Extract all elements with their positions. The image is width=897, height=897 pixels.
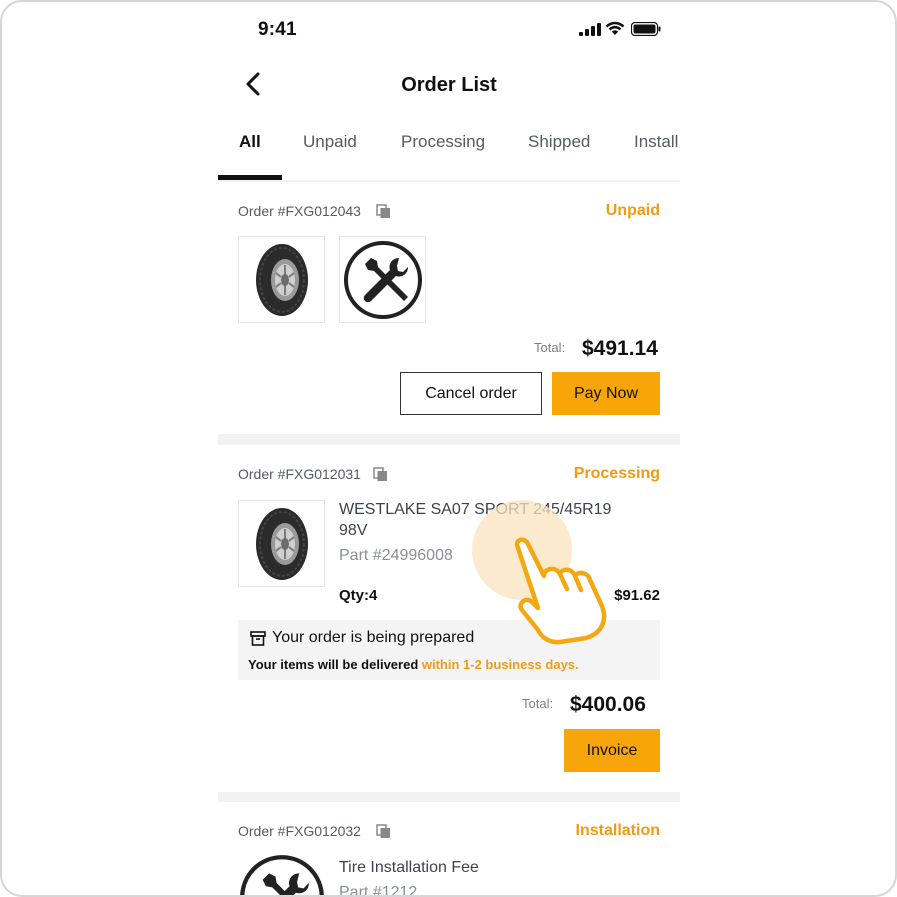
order-card-installation[interactable]: Order #FXG012032 Installation Tire Insta… [218, 802, 680, 897]
device-frame: 9:41 Order List All Unpaid Processing Sh… [0, 0, 897, 897]
order-total: $491.14 [582, 337, 658, 360]
part-number: Part #24996008 [339, 547, 453, 564]
tools-icon [343, 240, 422, 319]
status-bar: 9:41 [218, 2, 680, 58]
status-time: 9:41 [258, 19, 297, 40]
tab-all[interactable]: All [239, 132, 261, 152]
tab-unpaid[interactable]: Unpaid [303, 132, 357, 152]
order-number: Order #FXG012031 [238, 466, 361, 482]
tire-image [238, 236, 325, 323]
copy-icon[interactable] [376, 204, 391, 219]
copy-icon[interactable] [376, 824, 391, 839]
product-name[interactable]: WESTLAKE SA07 SPORT 245/45R19 98V [339, 499, 639, 541]
notice-text: Your items will be delivered within 1-2 … [248, 657, 579, 672]
order-card-processing[interactable]: Order #FXG012031 Processing WESTLAKE SA0… [218, 445, 680, 792]
installation-service-image [238, 854, 325, 895]
notice-text-main: Your items will be delivered [248, 657, 422, 672]
total-label: Total: [522, 696, 554, 711]
wifi-icon [605, 21, 625, 35]
tab-install[interactable]: Install [634, 132, 678, 152]
tire-image [238, 500, 325, 587]
order-status-notice: Your order is being prepared Your items … [238, 620, 660, 680]
notice-title: Your order is being prepared [272, 629, 475, 646]
order-status-tabs: All Unpaid Processing Shipped Install [218, 112, 680, 180]
pay-now-button[interactable]: Pay Now [552, 372, 660, 415]
part-number: Part #1212 [339, 884, 418, 897]
copy-icon[interactable] [373, 467, 388, 482]
order-number: Order #FXG012043 [238, 203, 361, 219]
order-number: Order #FXG012032 [238, 823, 361, 839]
cancel-order-button[interactable]: Cancel order [400, 372, 542, 415]
order-total: $400.06 [570, 693, 646, 716]
phone-screen: 9:41 Order List All Unpaid Processing Sh… [218, 2, 680, 897]
order-card-unpaid[interactable]: Order #FXG012043 Unpaid Total: $491.14 C… [218, 182, 680, 434]
page-title: Order List [401, 74, 497, 96]
tab-shipped[interactable]: Shipped [528, 132, 590, 152]
total-label: Total: [534, 340, 566, 355]
tab-processing[interactable]: Processing [401, 132, 485, 152]
navigation-bar: Order List [218, 58, 680, 112]
quantity: Qty:4 [339, 587, 378, 604]
item-price: $91.62 [614, 587, 660, 604]
order-status: Installation [575, 822, 660, 839]
order-status: Processing [573, 465, 660, 482]
product-name[interactable]: Tire Installation Fee [339, 857, 639, 878]
tools-icon [239, 855, 324, 895]
cellular-signal-icon [579, 23, 601, 36]
invoice-button[interactable]: Invoice [564, 729, 660, 772]
installation-service-image [339, 236, 426, 323]
package-box-icon [250, 631, 266, 646]
active-tab-indicator [218, 175, 282, 180]
delivery-window: within 1-2 business days. [421, 657, 579, 672]
order-status: Unpaid [605, 202, 660, 219]
battery-icon [631, 22, 661, 36]
